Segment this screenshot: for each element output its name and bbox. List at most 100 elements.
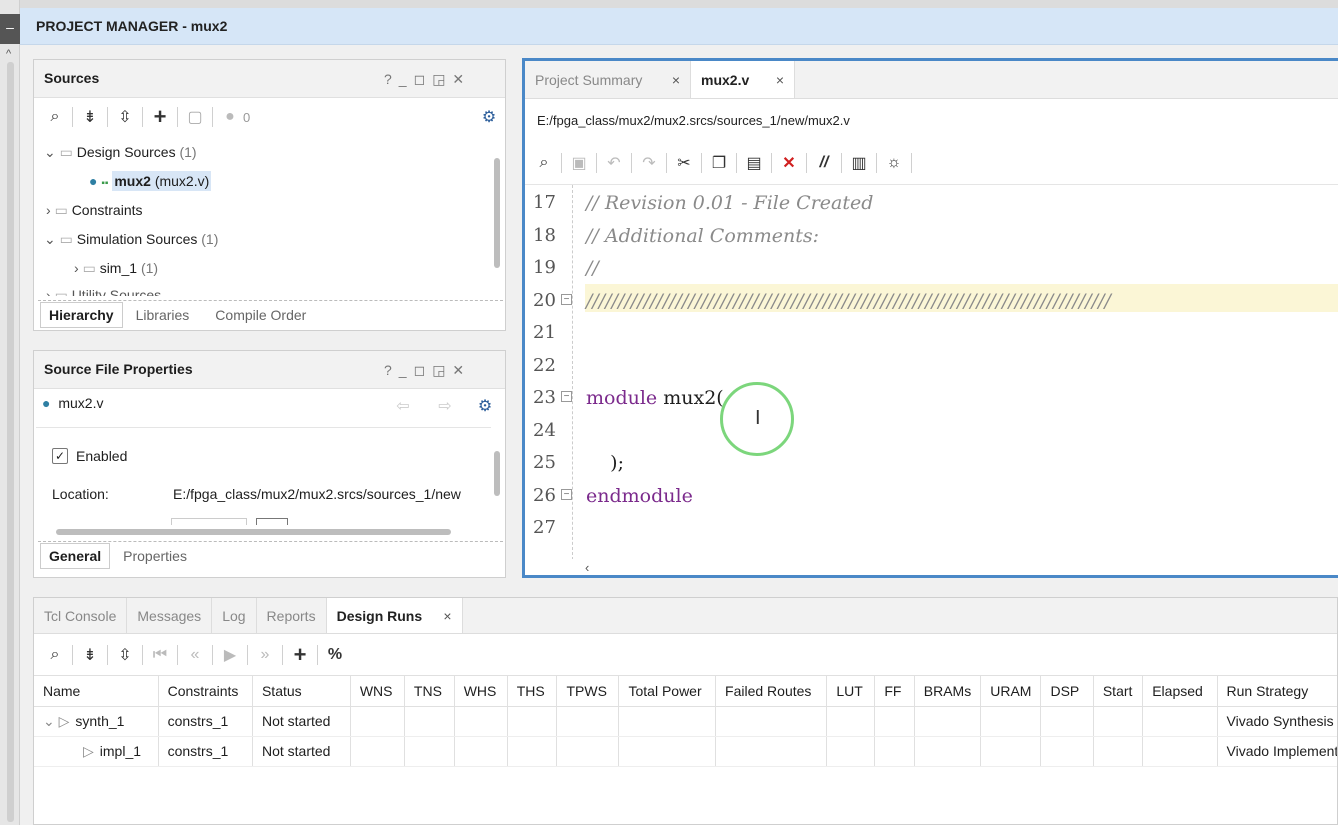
search-icon[interactable]: ⌕ [531, 150, 557, 176]
column-header[interactable]: WHS [454, 676, 508, 707]
tab-mux2-v[interactable]: mux2.v × [691, 61, 795, 98]
expand-all-icon[interactable]: ⇳ [112, 642, 138, 668]
skip-start-icon[interactable]: ⏮ [147, 642, 173, 668]
delete-icon[interactable]: ✕ [776, 150, 802, 176]
step-forward-icon[interactable]: » [252, 642, 278, 668]
column-header[interactable]: LUT [826, 676, 876, 707]
help-doc-icon[interactable]: ▢ [182, 104, 208, 130]
column-header[interactable]: TPWS [556, 676, 620, 707]
tab-messages[interactable]: Messages [127, 598, 213, 633]
code-line: // Additional Comments: [586, 224, 820, 247]
search-icon[interactable]: ⌕ [42, 642, 68, 668]
location-label: Location: [52, 486, 109, 502]
tab-hierarchy[interactable]: Hierarchy [40, 301, 123, 328]
tab-log[interactable]: Log [212, 598, 257, 633]
column-header[interactable]: Failed Routes [715, 676, 828, 707]
tab-compile-order[interactable]: Compile Order [202, 303, 319, 327]
redo-icon[interactable]: ↷ [636, 150, 662, 176]
folder-icon: ▭ [59, 231, 73, 247]
column-header[interactable]: Constraints [158, 676, 253, 707]
tab-reports[interactable]: Reports [257, 598, 327, 633]
empty-cell [350, 736, 405, 767]
code-line: // [586, 257, 599, 279]
tab-tcl-console[interactable]: Tcl Console [34, 598, 128, 633]
left-scrollbar[interactable] [7, 62, 14, 822]
tree-item-mux2[interactable]: ● ▪▪ mux2 (mux2.v) [89, 168, 212, 194]
expand-all-icon[interactable]: ⇳ [112, 104, 138, 130]
run-triangle-icon[interactable]: ▷ [83, 743, 94, 759]
tree-item-sim-1[interactable]: › ▭ sim_1 (1) [74, 255, 158, 281]
chevron-right-icon[interactable]: › [46, 202, 51, 218]
step-back-icon[interactable]: « [182, 642, 208, 668]
source-file-properties-panel: Source File Properties ?_◻◲✕ ● mux2.v ⇦ … [33, 350, 506, 578]
gear-icon[interactable]: ⚙ [472, 393, 498, 419]
close-icon[interactable]: × [776, 72, 784, 88]
empty-cell [1093, 736, 1144, 767]
column-header[interactable]: URAM [980, 676, 1042, 707]
lightbulb-icon[interactable]: ☼ [881, 150, 907, 176]
column-header[interactable]: THS [507, 676, 558, 707]
tree-item-utility-sources[interactable]: › ▭ Utility Sources [46, 282, 161, 296]
play-icon[interactable]: ▶ [217, 642, 243, 668]
tree-item-simulation-sources[interactable]: ⌄ ▭ Simulation Sources (1) [44, 226, 218, 252]
collapse-handle[interactable]: – [0, 14, 20, 44]
enabled-checkbox[interactable]: ✓ [52, 448, 68, 464]
column-header[interactable]: Start [1093, 676, 1144, 707]
column-header[interactable]: TNS [404, 676, 455, 707]
copy-icon[interactable]: ❐ [706, 150, 732, 176]
props-horizontal-scrollbar[interactable] [40, 527, 488, 537]
chevron-right-icon[interactable]: › [46, 287, 51, 296]
close-icon[interactable]: × [672, 72, 680, 88]
tab-general[interactable]: General [40, 542, 111, 569]
fold-icon[interactable]: − [561, 293, 572, 305]
line-number: 19 [533, 257, 556, 278]
props-window-controls[interactable]: ?_◻◲✕ [384, 362, 471, 379]
tab-properties[interactable]: Properties [110, 544, 200, 568]
fold-icon[interactable]: − [561, 488, 572, 500]
gear-icon[interactable]: ⚙ [476, 104, 502, 130]
column-header[interactable]: WNS [350, 676, 405, 707]
column-header[interactable]: FF [874, 676, 915, 707]
paste-icon[interactable]: ▤ [741, 150, 767, 176]
column-header[interactable]: Run Strategy [1217, 676, 1337, 707]
chevron-down-icon[interactable]: ⌄ [44, 231, 56, 247]
scroll-up-icon[interactable]: ^ [6, 48, 11, 60]
tree-item-design-sources[interactable]: ⌄ ▭ Design Sources (1) [44, 139, 197, 165]
column-header[interactable]: Name [34, 676, 159, 707]
code-area[interactable]: 17 // Revision 0.01 - File Created 18 // Ad… [525, 184, 1338, 559]
tab-design-runs[interactable]: Design Runs × [326, 598, 463, 633]
percent-icon[interactable]: % [322, 642, 348, 668]
table-row[interactable]: ▷ impl_1 constrs_1 Not started Vivado Implem… [34, 736, 1337, 767]
column-header[interactable]: DSP [1040, 676, 1094, 707]
fold-icon[interactable]: − [561, 391, 572, 402]
cut-icon[interactable]: ✂ [671, 150, 697, 176]
column-header[interactable]: Status [252, 676, 351, 707]
search-icon[interactable]: ⌕ [42, 104, 68, 130]
props-vertical-scrollbar[interactable] [490, 431, 502, 526]
column-header[interactable]: Total Power [618, 676, 717, 707]
close-icon[interactable]: × [443, 608, 451, 624]
add-icon[interactable]: + [287, 642, 313, 668]
back-arrow-icon[interactable]: ⇦ [390, 393, 416, 419]
column-header[interactable]: BRAMs [914, 676, 982, 707]
sources-window-controls[interactable]: ?_◻◲✕ [384, 71, 471, 88]
tab-libraries[interactable]: Libraries [123, 303, 203, 327]
forward-arrow-icon[interactable]: ⇨ [432, 393, 458, 419]
code-horizontal-scrollbar[interactable]: ‹ [585, 560, 1335, 575]
add-icon[interactable]: + [147, 104, 173, 130]
chevron-down-icon[interactable]: ⌄ [44, 144, 56, 160]
tree-item-constraints[interactable]: › ▭ Constraints [46, 197, 143, 223]
sources-vertical-scrollbar[interactable] [490, 140, 502, 296]
chevron-right-icon[interactable]: › [74, 260, 79, 276]
chevron-down-icon[interactable]: ⌄ ▷ [43, 713, 69, 729]
table-row[interactable]: ⌄ ▷ synth_1 constrs_1 Not started Vivado Syn… [34, 706, 1337, 737]
tab-project-summary[interactable]: Project Summary × [525, 61, 691, 98]
column-select-icon[interactable]: ▥ [846, 150, 872, 176]
collapse-all-icon[interactable]: ⇟ [77, 104, 103, 130]
save-icon[interactable]: ▣ [566, 150, 592, 176]
undo-icon[interactable]: ↶ [601, 150, 627, 176]
column-header[interactable]: Elapsed [1142, 676, 1218, 707]
comment-icon[interactable]: // [811, 150, 837, 176]
collapse-all-icon[interactable]: ⇟ [77, 642, 103, 668]
file-path: E:/fpga_class/mux2/mux2.srcs/sources_1/n… [537, 113, 850, 128]
